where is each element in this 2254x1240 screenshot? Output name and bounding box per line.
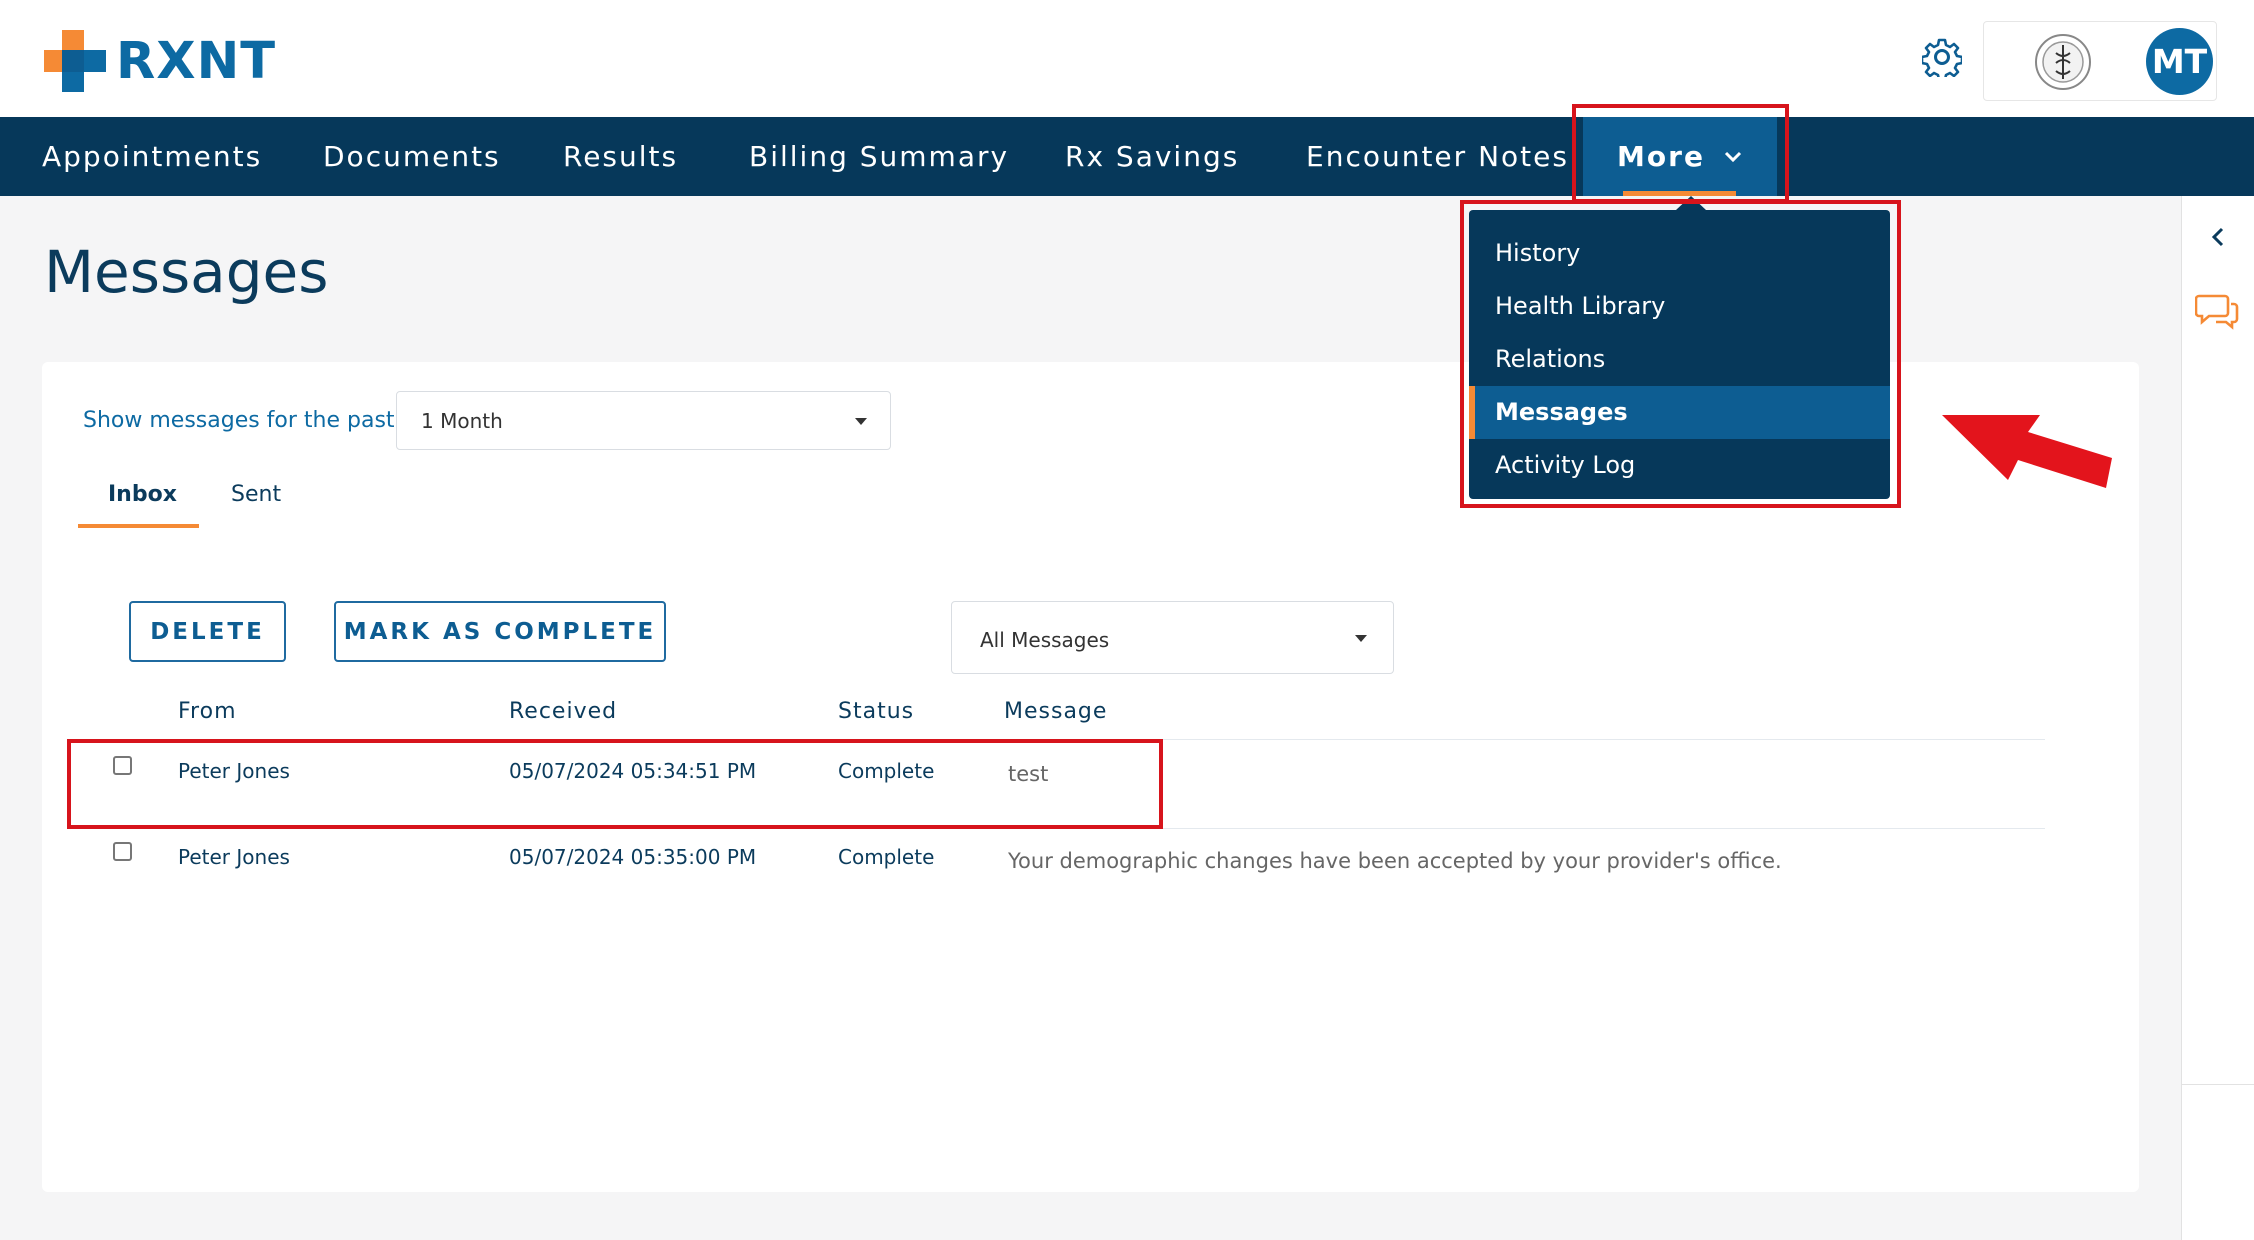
nav-appointments[interactable]: Appointments	[42, 117, 262, 196]
highlight-more-tab	[1572, 104, 1789, 203]
tab-inbox[interactable]: Inbox	[108, 482, 177, 507]
chevron-left-icon[interactable]	[2210, 226, 2226, 248]
delete-button[interactable]: DELETE	[129, 601, 286, 662]
nav-encounter-notes[interactable]: Encounter Notes	[1306, 117, 1569, 196]
main-nav: Appointments Documents Results Billing S…	[0, 117, 2254, 196]
nav-results[interactable]: Results	[563, 117, 678, 196]
caret-down-icon	[1355, 635, 1367, 642]
highlight-dropdown	[1460, 200, 1901, 508]
cross-logo-icon	[44, 30, 106, 92]
period-select[interactable]: 1 Month	[396, 391, 891, 450]
nav-rx-savings[interactable]: Rx Savings	[1065, 117, 1239, 196]
column-header-from: From	[178, 699, 237, 724]
rxnt-logo[interactable]: RXNT	[44, 30, 276, 92]
annotation-arrow-icon	[1942, 415, 2112, 488]
user-menu[interactable]: MT	[1983, 21, 2217, 101]
chat-icon[interactable]	[2195, 292, 2239, 332]
row-received: 05/07/2024 05:35:00 PM	[509, 845, 757, 869]
period-select-value: 1 Month	[421, 409, 503, 433]
page-title: Messages	[44, 238, 329, 306]
brand-name: RXNT	[116, 31, 277, 91]
row-checkbox[interactable]	[113, 842, 132, 861]
tab-sent[interactable]: Sent	[231, 482, 281, 507]
tab-active-underline	[78, 524, 199, 528]
row-message[interactable]: Your demographic changes have been accep…	[1008, 849, 1782, 873]
gear-icon[interactable]	[1922, 37, 1962, 77]
row-from: Peter Jones	[178, 845, 290, 869]
caret-down-icon	[855, 418, 867, 425]
rail-divider	[2181, 1084, 2254, 1085]
highlight-first-row	[67, 739, 1163, 829]
practice-seal-icon	[2035, 34, 2091, 90]
column-header-received: Received	[509, 699, 618, 724]
message-type-value: All Messages	[980, 628, 1110, 652]
message-type-select[interactable]: All Messages	[951, 601, 1394, 674]
column-header-status: Status	[838, 699, 915, 724]
mark-as-complete-button[interactable]: MARK AS COMPLETE	[334, 601, 666, 662]
row-status: Complete	[838, 845, 935, 869]
avatar[interactable]: MT	[2146, 28, 2213, 95]
column-header-message: Message	[1004, 699, 1108, 724]
top-header: RXNT MT	[0, 0, 2254, 117]
nav-billing-summary[interactable]: Billing Summary	[749, 117, 1009, 196]
nav-documents[interactable]: Documents	[323, 117, 501, 196]
period-filter-label: Show messages for the past:	[83, 408, 402, 433]
